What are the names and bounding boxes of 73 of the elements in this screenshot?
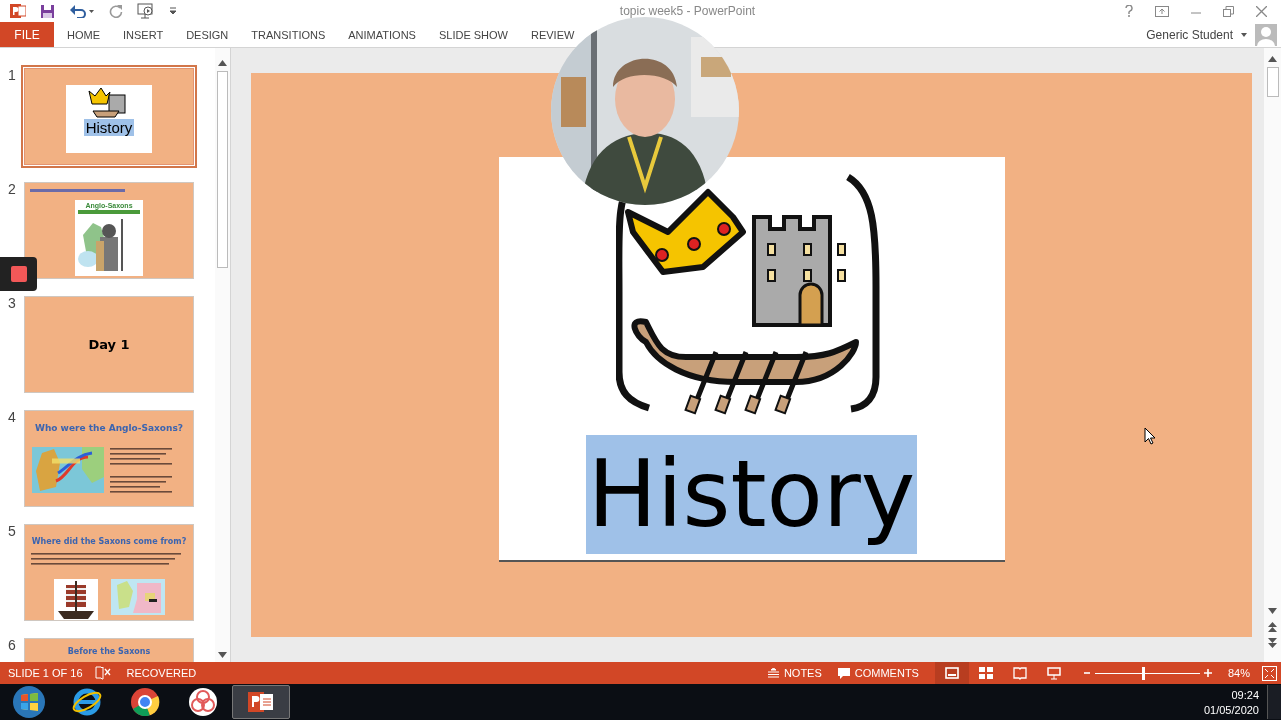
slide-number: 1	[7, 67, 17, 83]
save-icon[interactable]	[40, 3, 55, 19]
slide-thumbnail-title: Day 1	[88, 337, 130, 352]
comment-bubble-icon	[837, 667, 850, 679]
zoom-out-icon[interactable]	[1082, 669, 1091, 677]
ribbon-tab[interactable]: HOME	[57, 22, 110, 47]
stop-icon	[10, 266, 27, 282]
slide-thumbnail-title: Where did the Saxons come from?	[31, 537, 187, 546]
help-icon[interactable]	[1125, 5, 1133, 17]
file-tab[interactable]: FILE	[0, 22, 54, 47]
fit-slide-icon[interactable]	[1262, 665, 1277, 681]
clock-date[interactable]: 01/05/2020	[1203, 703, 1259, 716]
restore-icon[interactable]	[1223, 5, 1234, 17]
ribbon-tab[interactable]: INSERT	[113, 22, 174, 47]
view-button[interactable]	[934, 662, 969, 684]
slide-sorter-icon	[978, 666, 993, 680]
next-slide-icon[interactable]	[1268, 638, 1277, 648]
reading-view-icon	[1012, 666, 1027, 680]
body-text-lines-drawing	[110, 447, 172, 467]
window-title: topic week5 - PowerPoint	[618, 4, 757, 18]
slide-number: 5	[7, 523, 17, 539]
zoom-slider-thumb[interactable]	[1142, 666, 1146, 680]
slide-position-status: SLIDE 1 OF 16	[8, 667, 83, 679]
mouse-pointer-icon	[1144, 427, 1156, 445]
comments-button[interactable]: COMMENTS	[829, 662, 927, 684]
ribbon-tab[interactable]: TRANSITIONS	[241, 22, 336, 47]
start-button-icon[interactable]	[12, 685, 46, 719]
slideshow-view-icon	[1046, 666, 1061, 680]
slide-thumbnail-title: Before the Saxons	[67, 647, 151, 656]
scroll-down-arrow-icon[interactable]	[218, 652, 227, 658]
slide-thumbnail[interactable]: Day 1	[24, 296, 194, 393]
scrollbar-thumb[interactable]	[1266, 67, 1279, 97]
zoom-level[interactable]: 84%	[1227, 667, 1250, 679]
zoom-in-icon[interactable]	[1203, 669, 1212, 677]
ribbon-tab[interactable]: ANIMATIONS	[338, 22, 426, 47]
slide-caption: History	[585, 435, 918, 554]
browser-ring-icon[interactable]	[130, 687, 160, 717]
body-text-lines-drawing	[110, 475, 172, 495]
slide-number: 6	[7, 637, 17, 653]
scroll-down-arrow-icon[interactable]	[1268, 608, 1277, 614]
slide-number: 4	[7, 409, 17, 425]
taskbar-button[interactable]	[232, 685, 290, 719]
presentation-icon[interactable]	[137, 3, 155, 19]
notes-icon	[767, 668, 779, 678]
redo-icon[interactable]	[109, 4, 123, 18]
ribbon-tab[interactable]: REVIEW	[521, 22, 585, 47]
slide-thumbnail-title: Who were the Anglo-Saxons?	[34, 423, 183, 433]
browser-e-icon[interactable]	[72, 687, 102, 717]
powerpoint-app-icon[interactable]	[248, 690, 274, 714]
customize-caret-icon[interactable]	[169, 7, 177, 15]
previous-slide-icon[interactable]	[1268, 622, 1277, 632]
spellcheck-icon[interactable]	[94, 666, 111, 680]
slide-thumbnail-title: History	[83, 119, 135, 136]
account-name[interactable]: Generic Student	[1146, 27, 1233, 42]
slide-number: 3	[7, 295, 17, 311]
ribbon-tab[interactable]: SLIDE SHOW	[428, 22, 518, 47]
stop-recording-button[interactable]	[0, 257, 37, 291]
scrollbar-thumb[interactable]	[217, 71, 228, 268]
document-state-status: RECOVERED	[126, 667, 197, 679]
ribbon-display-icon[interactable]	[1155, 5, 1169, 17]
slide-thumbnail[interactable]: History	[24, 68, 194, 165]
slide-number: 2	[7, 181, 17, 197]
scroll-up-arrow-icon[interactable]	[1268, 56, 1277, 62]
powerpoint-logo-icon[interactable]	[10, 3, 26, 19]
dropdown-caret-icon[interactable]	[1241, 32, 1247, 37]
close-icon[interactable]	[1256, 5, 1267, 17]
undo-icon[interactable]	[69, 4, 95, 18]
clock-time[interactable]: 09:24	[1231, 688, 1259, 701]
ribbon-tab[interactable]: DESIGN	[176, 22, 239, 47]
normal-view-icon	[944, 666, 959, 680]
notes-button[interactable]: NOTES	[759, 662, 830, 684]
swirl-app-icon[interactable]	[188, 687, 218, 717]
scroll-up-arrow-icon[interactable]	[218, 60, 227, 66]
